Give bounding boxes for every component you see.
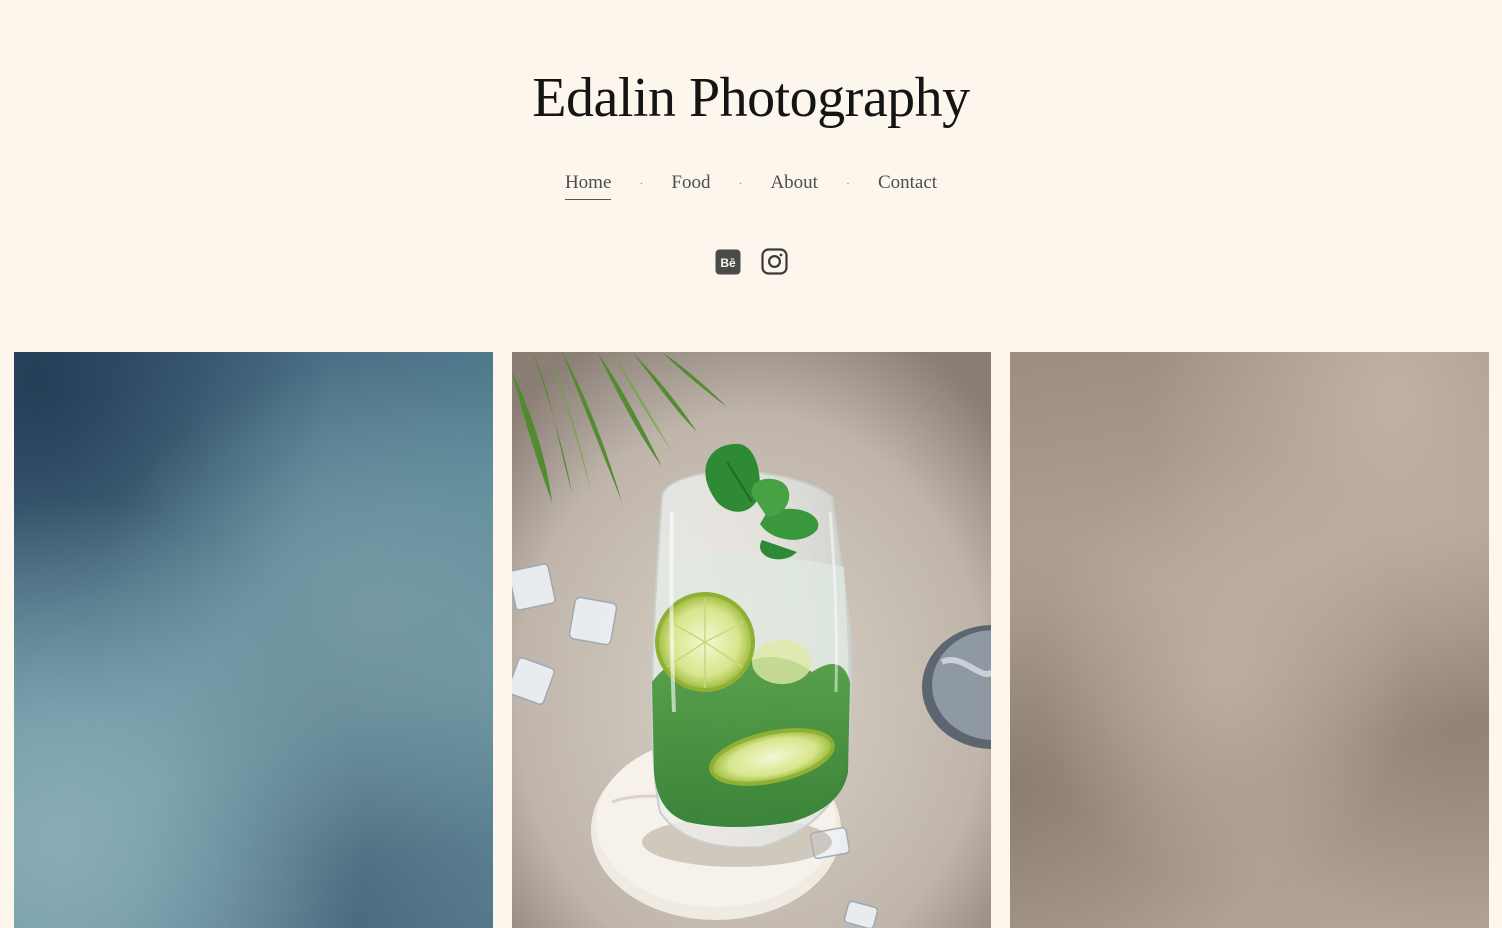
nav-separator: · <box>639 175 644 190</box>
photo-gallery <box>14 352 1489 928</box>
mojito-photo <box>512 352 991 928</box>
nav-separator: · <box>845 175 850 190</box>
instagram-icon <box>761 248 788 275</box>
behance-icon: Bē <box>715 249 740 274</box>
nav-item-food[interactable]: Food <box>671 172 710 200</box>
gallery-tile-blue-blur[interactable] <box>14 352 493 928</box>
svg-text:Bē: Bē <box>720 256 736 270</box>
nav-item-contact[interactable]: Contact <box>878 172 937 200</box>
nav-item-about[interactable]: About <box>770 172 818 200</box>
nav-item-home[interactable]: Home <box>564 172 612 200</box>
gallery-tile-mojito[interactable] <box>512 352 991 928</box>
social-links: Bē <box>0 248 1502 275</box>
nav-separator: · <box>738 175 743 190</box>
site-title[interactable]: Edalin Photography <box>0 62 1502 134</box>
gallery-tile-beige-blur[interactable] <box>1010 352 1489 928</box>
behance-link[interactable]: Bē <box>714 248 741 275</box>
main-nav: Home · Food · About · Contact <box>0 172 1502 200</box>
instagram-link[interactable] <box>761 248 788 275</box>
